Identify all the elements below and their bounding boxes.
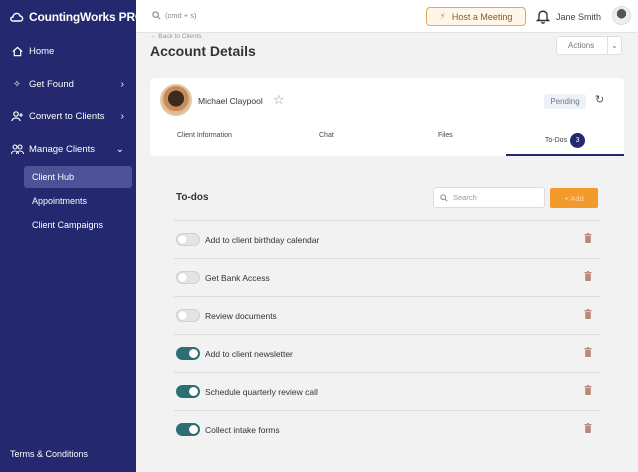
app-logo[interactable]: CountingWorks PRO [9, 9, 144, 25]
nav-manage-clients[interactable]: Manage Clients ⌄ [10, 141, 130, 157]
chevron-down-icon: ⌄ [115, 143, 124, 155]
todo-search-placeholder: Search [453, 193, 477, 202]
client-name: Michael Claypool [198, 96, 263, 106]
bell-icon[interactable] [536, 8, 550, 24]
chevron-down-icon: ⌄ [611, 41, 618, 50]
trash-icon[interactable] [584, 385, 592, 395]
todo-label: Add to client birthday calendar [205, 234, 320, 245]
chevron-right-icon: › [120, 110, 124, 122]
todo-label: Review documents [205, 310, 277, 321]
trash-icon[interactable] [584, 271, 592, 281]
add-todo-button[interactable]: + Add [550, 188, 598, 208]
global-search[interactable]: (cmd + s) [152, 11, 196, 20]
nav-get-found[interactable]: ✧ Get Found › [10, 76, 130, 92]
todo-row: Collect intake forms [174, 410, 600, 448]
page-title: Account Details [150, 43, 256, 59]
tab-todos[interactable]: To-Dos 3 [506, 126, 624, 156]
cloud-logo-icon [10, 12, 24, 22]
todo-row: Schedule quarterly review call [174, 372, 600, 410]
chevron-right-icon: › [120, 78, 124, 90]
tab-chat[interactable]: Chat [319, 132, 334, 139]
todo-toggle[interactable] [176, 233, 200, 246]
trash-icon[interactable] [584, 233, 592, 243]
sidebar-item-label: Client Hub [32, 172, 75, 182]
tab-todos-label: To-Dos [544, 136, 568, 144]
sparkle-icon: ✧ [13, 78, 21, 90]
todo-search-input[interactable]: Search [433, 187, 545, 208]
todos-title: To-dos [176, 192, 209, 203]
search-icon [440, 193, 448, 202]
actions-label: Actions [568, 41, 595, 50]
global-search-hint: (cmd + s) [165, 11, 197, 20]
todo-toggle[interactable] [176, 271, 200, 284]
todo-row: Add to client newsletter [174, 334, 600, 372]
todo-toggle[interactable] [176, 385, 200, 398]
status-badge: Pending [544, 94, 586, 109]
todo-row: Add to client birthday calendar [174, 220, 600, 258]
refresh-icon[interactable]: ↻ [595, 93, 604, 106]
nav-convert-to-clients[interactable]: Convert to Clients › [10, 108, 130, 124]
user-avatar[interactable] [612, 6, 631, 25]
home-icon [10, 44, 24, 58]
todo-label: Add to client newsletter [205, 348, 293, 359]
nav-home[interactable]: Home [10, 43, 130, 59]
user-plus-icon [10, 109, 24, 123]
username[interactable]: Jane Smith [556, 12, 601, 22]
host-meeting-button[interactable]: ⚡ Host a Meeting [426, 7, 526, 26]
star-icon[interactable]: ☆ [273, 92, 285, 108]
tab-client-information[interactable]: Client Information [177, 132, 232, 139]
trash-icon[interactable] [584, 309, 592, 319]
trash-icon[interactable] [584, 423, 592, 433]
sidebar-item-label: Client Campaigns [32, 220, 104, 230]
top-bar: (cmd + s) ⚡ Host a Meeting Jane Smith [136, 0, 638, 33]
todo-toggle[interactable] [176, 347, 200, 360]
todos-panel: To-dos Search + Add Add to client birthd… [150, 166, 624, 472]
tab-files[interactable]: Files [438, 132, 453, 139]
todo-label: Get Bank Access [205, 272, 270, 283]
back-to-clients-link[interactable]: ← Back to Clients [150, 33, 202, 40]
trash-icon[interactable] [584, 347, 592, 357]
todo-label: Schedule quarterly review call [205, 386, 318, 397]
terms-link[interactable]: Terms & Conditions [10, 449, 88, 459]
sidebar: CountingWorks PRO Home ✧ Get Found › Con… [0, 0, 144, 472]
users-icon [10, 142, 24, 156]
todo-toggle[interactable] [176, 309, 200, 322]
nav-get-found-label: Get Found [29, 78, 74, 90]
nav-manage-clients-label: Manage Clients [29, 143, 96, 155]
todo-row: Review documents [174, 296, 600, 334]
actions-dropdown[interactable]: Actions ⌄ [556, 36, 622, 55]
client-card: Michael Claypool ☆ Pending ↻ Client Info… [150, 78, 624, 156]
todo-count-badge: 3 [570, 132, 586, 148]
search-icon [152, 11, 161, 20]
sidebar-item-client-campaigns[interactable]: Client Campaigns [24, 214, 132, 236]
host-meeting-label: Host a Meeting [451, 11, 513, 22]
client-avatar [160, 84, 192, 116]
sidebar-item-label: Appointments [32, 196, 88, 206]
lightning-icon: ⚡ [439, 11, 446, 21]
todo-row: Get Bank Access [174, 258, 600, 296]
nav-convert-label: Convert to Clients [29, 110, 105, 122]
todo-toggle[interactable] [176, 423, 200, 436]
todo-label: Collect intake forms [205, 424, 280, 435]
nav-home-label: Home [29, 45, 55, 57]
sidebar-item-client-hub[interactable]: Client Hub [24, 166, 132, 188]
sidebar-item-appointments[interactable]: Appointments [24, 190, 132, 212]
app-name: CountingWorks PRO [29, 10, 145, 24]
